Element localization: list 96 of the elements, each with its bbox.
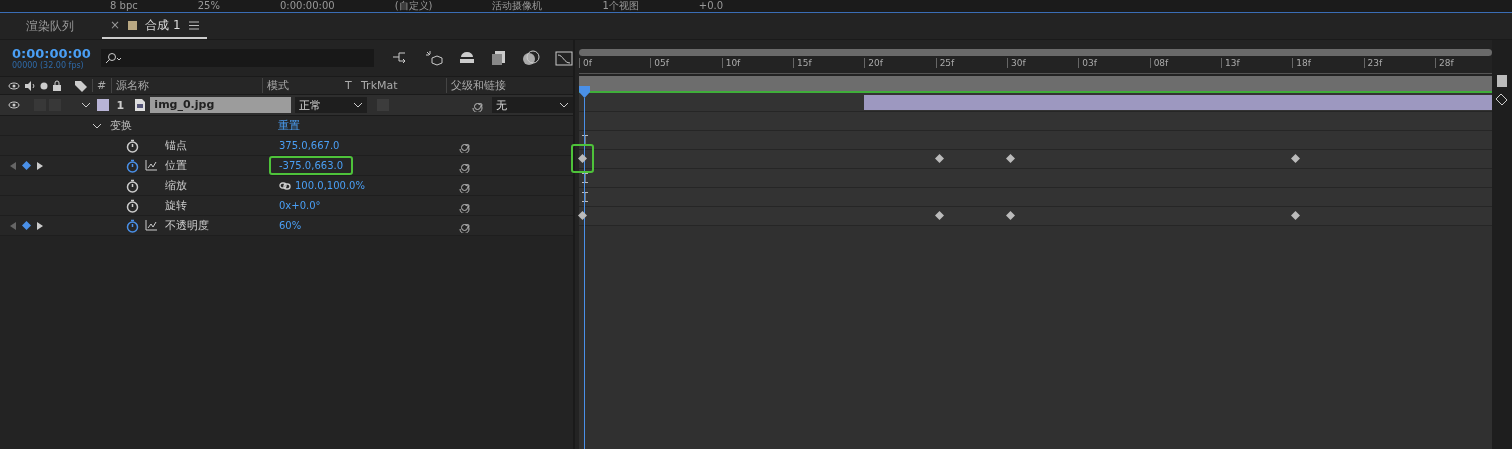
property-value[interactable]: 375.0,667.0 xyxy=(269,136,350,155)
keyframe-icon[interactable] xyxy=(934,211,944,220)
search-icon[interactable] xyxy=(104,52,121,64)
stack-icon[interactable] xyxy=(458,50,476,66)
previous-keyframe-icon[interactable] xyxy=(10,161,16,170)
circles-icon[interactable] xyxy=(522,50,540,66)
close-icon[interactable]: × xyxy=(110,18,121,32)
keyframe-icon[interactable] xyxy=(1005,154,1015,163)
ruler-label: 18f xyxy=(1292,58,1311,68)
reset-link[interactable]: 重置 xyxy=(278,118,300,133)
eye-icon[interactable] xyxy=(8,100,20,110)
stopwatch-icon[interactable] xyxy=(126,198,139,213)
tag-icon[interactable] xyxy=(74,79,88,92)
ruler-label: 23f xyxy=(1363,58,1383,68)
ruler-label: 13f xyxy=(1220,58,1240,68)
toolbar-text: 活动摄像机 xyxy=(492,0,543,12)
playhead-icon[interactable] xyxy=(579,86,590,98)
eye-icon[interactable] xyxy=(8,80,20,91)
property-name: 旋转 xyxy=(165,198,188,213)
cube-icon[interactable] xyxy=(425,50,443,66)
ruler-label: 08f xyxy=(1149,58,1169,68)
ruler-label: 28f xyxy=(1434,58,1454,68)
keyframe-icon[interactable] xyxy=(1005,211,1015,220)
keyframe-diamond-icon[interactable] xyxy=(22,161,31,170)
i-beam-icon xyxy=(582,173,588,183)
lock-icon[interactable] xyxy=(52,80,62,91)
ruler-label: 15f xyxy=(793,58,812,68)
property-value[interactable]: 60% xyxy=(269,216,312,235)
layer-row[interactable]: 1 img_0.jpg 正常 无 xyxy=(0,95,573,116)
search-field[interactable] xyxy=(100,49,374,67)
graph-icon[interactable] xyxy=(145,220,157,231)
stopwatch-icon[interactable] xyxy=(126,158,139,173)
graph-editor-icon[interactable] xyxy=(555,50,573,66)
time-ruler[interactable]: 0f 05f 10f 15f 20f 25f 30f 03f 08f 13f 18f 23f 28f xyxy=(579,56,1492,74)
solo-dot-icon[interactable] xyxy=(40,81,48,90)
property-value[interactable]: -375.0,663.0 xyxy=(269,156,354,175)
timecode[interactable]: 0:00:00:00 xyxy=(12,46,93,61)
frames-icon[interactable] xyxy=(491,50,507,66)
keyframe-icon[interactable] xyxy=(578,211,587,220)
column-header[interactable]: # xyxy=(92,79,111,92)
keyframe-icon[interactable] xyxy=(578,154,587,163)
chevron-icon[interactable] xyxy=(92,121,102,130)
pin-icon[interactable] xyxy=(1495,93,1509,105)
column-header[interactable]: 父级和链接 xyxy=(446,78,551,93)
toolbar-text: +0.0 xyxy=(698,0,724,12)
chevron-icon[interactable] xyxy=(80,101,91,109)
i-beam-icon xyxy=(582,192,588,202)
toolbar-text: 1个视图 xyxy=(602,0,639,12)
stopwatch-icon[interactable] xyxy=(126,218,139,233)
property-value[interactable]: 100.0,100.0% xyxy=(285,176,375,195)
toolbar-text: (自定义) xyxy=(394,0,433,12)
composition-icon xyxy=(128,20,138,30)
keyframe-diamond-icon[interactable] xyxy=(22,221,31,230)
caret-icon[interactable] xyxy=(559,102,569,108)
next-keyframe-icon[interactable] xyxy=(37,221,43,230)
layer-number: 1 xyxy=(116,98,126,112)
ruler-label: 05f xyxy=(650,58,669,68)
group-name[interactable]: 变换 xyxy=(110,118,278,133)
next-keyframe-icon[interactable] xyxy=(37,161,43,170)
ruler-label: 03f xyxy=(1078,58,1097,68)
label-color-swatch[interactable] xyxy=(96,99,109,111)
column-header[interactable]: 模式 xyxy=(262,78,341,93)
panel-tab[interactable]: 渲染队列 xyxy=(18,14,82,38)
property-name: 缩放 xyxy=(165,178,188,193)
layer-name-field[interactable]: img_0.jpg xyxy=(150,97,292,113)
keyframe-icon[interactable] xyxy=(1291,211,1301,220)
graph-icon[interactable] xyxy=(145,160,157,171)
parent-dropdown[interactable]: 无 xyxy=(491,97,573,113)
column-header[interactable]: 源名称 xyxy=(111,78,262,93)
ruler-label: 30f xyxy=(1006,58,1026,68)
menu-icon[interactable] xyxy=(188,20,199,30)
stopwatch-icon[interactable] xyxy=(126,178,139,193)
property-name: 位置 xyxy=(165,158,188,173)
frame-info: 00000 (32.00 fps) xyxy=(12,61,85,70)
keyframe-icon[interactable] xyxy=(1291,154,1301,163)
speaker-icon[interactable] xyxy=(24,80,36,91)
ruler-label: 10f xyxy=(721,58,741,68)
property-value[interactable]: 0x+0.0° xyxy=(269,196,331,215)
mode-dropdown[interactable]: 正常 xyxy=(295,97,367,113)
stopwatch-icon[interactable] xyxy=(126,138,139,153)
previous-keyframe-icon[interactable] xyxy=(10,221,16,230)
property-name: 不透明度 xyxy=(165,218,210,233)
keyframe-icon[interactable] xyxy=(934,154,944,163)
property-name: 锚点 xyxy=(165,138,188,153)
column-header[interactable]: TrkMat xyxy=(357,79,446,92)
link-icon[interactable] xyxy=(279,181,291,190)
caret-icon[interactable] xyxy=(352,102,363,108)
ruler-label: 25f xyxy=(935,58,955,68)
ruler-label: 20f xyxy=(864,58,883,68)
column-header[interactable]: T xyxy=(341,79,357,92)
file-icon xyxy=(134,98,147,112)
ruler-label: 0f xyxy=(579,58,592,68)
toolbar-text: 8 bpc xyxy=(110,0,138,12)
toolbar-text: 25% xyxy=(197,0,220,12)
panel-tab[interactable]: × 合成 1 xyxy=(102,13,207,39)
toolbar-text: 0:00:00:00 xyxy=(279,0,335,12)
